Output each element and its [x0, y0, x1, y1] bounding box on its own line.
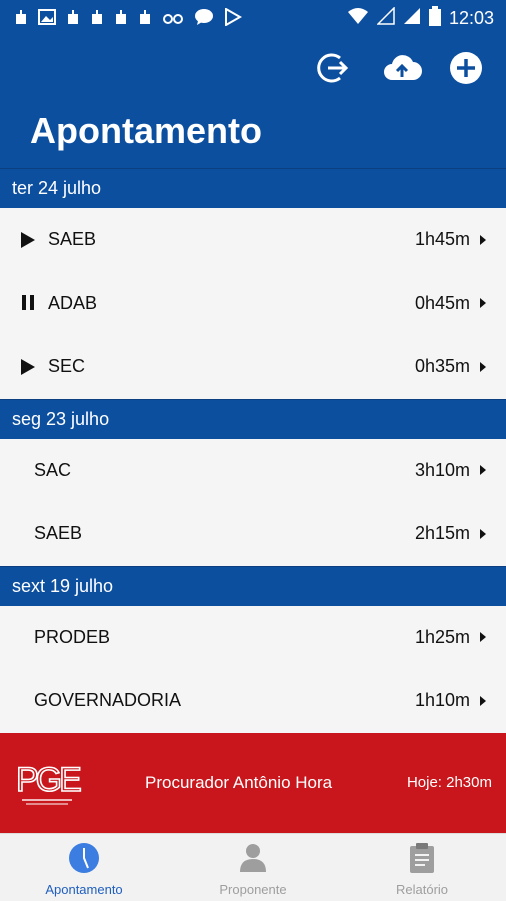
add-circle-icon[interactable]	[448, 50, 484, 86]
notification-icons	[14, 7, 243, 31]
item-name: GOVERNADORIA	[34, 690, 182, 711]
list-item[interactable]: SAC 3h10m	[0, 438, 506, 502]
play-icon[interactable]	[20, 231, 36, 249]
item-name: PRODEB	[34, 626, 111, 647]
notification-icon	[114, 9, 128, 30]
app-bar-actions	[316, 50, 484, 86]
list-item[interactable]: GOVERNADORIA 1h10m	[0, 669, 506, 733]
tab-proponente[interactable]: Proponente	[169, 834, 337, 901]
system-status: 12:03	[347, 6, 494, 31]
person-icon	[239, 842, 267, 879]
day-header: sext 19 julho	[0, 565, 506, 606]
play-store-icon	[224, 7, 243, 31]
chat-icon	[194, 8, 214, 31]
page-title: Apontamento	[30, 110, 262, 151]
item-duration: 1h45m	[414, 229, 470, 250]
chevron-right-icon	[480, 465, 486, 476]
list-item[interactable]: PRODEB 1h25m	[0, 605, 506, 669]
wifi-icon	[347, 7, 369, 30]
list-item[interactable]: SAEB 2h15m	[0, 502, 506, 566]
list-item[interactable]: SAEB 1h45m	[0, 208, 506, 272]
item-duration: 2h15m	[414, 523, 470, 544]
notification-icon	[138, 9, 152, 30]
battery-icon	[428, 6, 441, 31]
status-bar: 12:03	[0, 0, 506, 36]
today-total: Hoje: 2h30m	[406, 774, 492, 791]
list-item[interactable]: SEC 0h35m	[0, 335, 506, 399]
chevron-right-icon	[480, 298, 486, 309]
tab-label: Proponente	[219, 882, 287, 897]
user-name: Procurador Antônio Hora	[145, 773, 333, 792]
day-header: ter 24 julho	[0, 168, 506, 208]
logo-text: PGE	[16, 761, 81, 799]
chevron-right-icon	[480, 695, 486, 706]
pause-icon[interactable]	[20, 294, 36, 312]
user-footer: PGE Procurador Antônio Hora Hoje: 2h30m	[0, 733, 506, 833]
item-duration: 1h10m	[414, 690, 470, 711]
app-icon	[162, 9, 184, 30]
notification-icon	[14, 9, 28, 30]
chevron-right-icon	[480, 632, 486, 643]
chevron-right-icon	[480, 528, 486, 539]
item-name: SAEB	[48, 229, 97, 250]
item-name: SAEB	[34, 523, 83, 544]
bottom-navigation: Apontamento Proponente Relatório	[0, 833, 506, 901]
play-icon[interactable]	[20, 358, 36, 376]
logout-icon[interactable]	[316, 50, 352, 86]
signal-empty-icon	[376, 6, 395, 30]
image-icon	[38, 9, 56, 30]
chevron-right-icon	[480, 361, 486, 372]
time-entries-list: ter 24 julho SAEB 1h45m ADAB 0h45m SEC 0…	[0, 168, 506, 733]
item-duration: 0h45m	[414, 292, 470, 313]
tab-label: Relatório	[395, 882, 449, 897]
item-name: ADAB	[48, 292, 98, 313]
clock-icon	[68, 842, 100, 879]
tab-label: Apontamento	[45, 882, 123, 897]
cloud-upload-icon[interactable]	[382, 50, 422, 86]
notification-icon	[90, 9, 104, 30]
item-duration: 3h10m	[414, 459, 470, 480]
item-duration: 0h35m	[414, 356, 470, 377]
app-bar: Apontamento	[0, 36, 506, 168]
notification-icon	[66, 9, 80, 30]
item-name: SEC	[48, 356, 86, 377]
item-duration: 1h25m	[414, 626, 470, 647]
clipboard-icon	[409, 842, 435, 879]
signal-icon	[403, 7, 421, 30]
chevron-right-icon	[480, 234, 486, 245]
clock-time: 12:03	[448, 8, 494, 28]
tab-apontamento[interactable]: Apontamento	[0, 834, 168, 901]
tab-relatorio[interactable]: Relatório	[338, 834, 506, 901]
list-item[interactable]: ADAB 0h45m	[0, 271, 506, 335]
pge-logo: PGE	[15, 760, 85, 809]
item-name: SAC	[34, 459, 72, 480]
day-header: seg 23 julho	[0, 398, 506, 439]
